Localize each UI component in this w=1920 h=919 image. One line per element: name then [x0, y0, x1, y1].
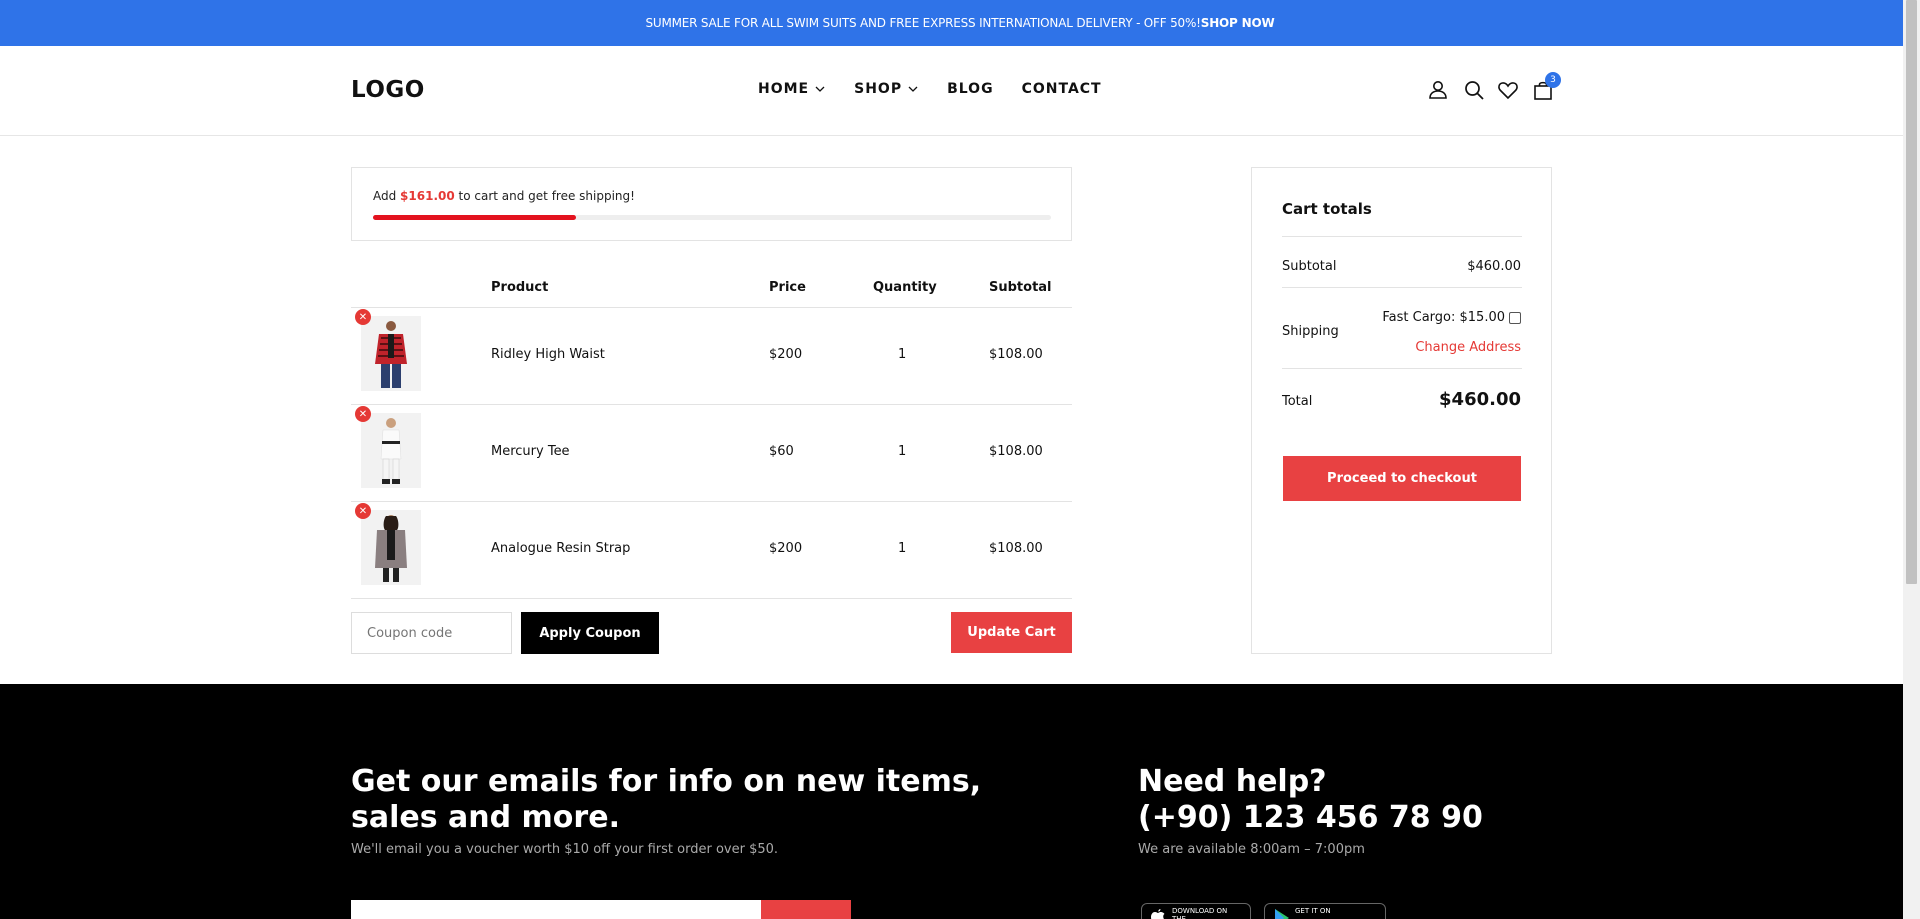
col-quantity: Quantity: [873, 280, 937, 295]
nav-contact-label: CONTACT: [1021, 81, 1102, 97]
update-cart-button[interactable]: Update Cart: [951, 612, 1072, 653]
shipping-suffix: to cart and get free shipping!: [454, 189, 635, 203]
heart-icon[interactable]: [1497, 79, 1519, 101]
col-price: Price: [769, 280, 806, 295]
shipping-progress-fill: [373, 215, 577, 220]
site-footer: Get our emails for info on new items, sa…: [0, 684, 1903, 919]
cart-count-badge: 3: [1545, 72, 1561, 88]
scrollbar-thumb[interactable]: [1906, 0, 1917, 584]
app-store-text: DOWNLOAD ON THE: [1172, 907, 1228, 919]
nav-shop-label: SHOP: [854, 81, 903, 97]
newsletter-title-line-1: Get our emails for info on new items,: [351, 764, 982, 799]
table-row: ✕ Analogue Resin Strap $200 1 $108.00: [351, 502, 1072, 599]
shop-now-link[interactable]: SHOP NOW: [1201, 16, 1275, 30]
col-product: Product: [491, 280, 549, 295]
shipping-checkbox[interactable]: [1509, 311, 1521, 324]
announcement-text: SUMMER SALE FOR ALL SWIM SUITS AND FREE …: [645, 16, 1201, 30]
nav-contact[interactable]: CONTACT: [1022, 81, 1102, 97]
newsletter-subtitle: We'll email you a voucher worth $10 off …: [351, 842, 779, 857]
newsletter-subscribe-button[interactable]: [761, 900, 851, 919]
shipping-label: Shipping: [1282, 324, 1339, 339]
product-thumbnail[interactable]: [361, 413, 421, 488]
site-header: LOGO HOME SHOP BLOG CONTACT: [0, 46, 1920, 136]
page-scrollbar[interactable]: [1903, 0, 1920, 919]
free-shipping-notice: Add $161.00 to cart and get free shippin…: [351, 167, 1072, 241]
help-phone[interactable]: (+90) 123 456 78 90: [1138, 800, 1483, 836]
free-shipping-text: Add $161.00 to cart and get free shippin…: [373, 189, 635, 203]
product-image-grey-coat: [361, 510, 421, 585]
help-hours: We are available 8:00am – 7:00pm: [1138, 842, 1365, 857]
newsletter-email-input[interactable]: [351, 900, 761, 919]
nav-blog-label: BLOG: [947, 81, 994, 97]
proceed-to-checkout-button[interactable]: Proceed to checkout: [1283, 456, 1521, 501]
apply-coupon-button[interactable]: Apply Coupon: [521, 612, 659, 654]
product-price: $200: [769, 541, 803, 556]
shipping-prefix: Add: [373, 189, 401, 203]
cart-totals-panel: Cart totals Subtotal $460.00 Shipping Fa…: [1251, 167, 1552, 654]
help-title: Need help? (+90) 123 456 78 90: [1138, 764, 1483, 836]
shipping-amount: $161.00: [400, 189, 455, 203]
remove-item-button[interactable]: ✕: [355, 503, 371, 519]
help-title-label: Need help?: [1138, 764, 1327, 799]
cart-table-header: Product Price Quantity Subtotal: [351, 276, 1072, 308]
table-row: ✕ Ridley High Waist $200 1 $108.00: [351, 308, 1072, 405]
product-subtotal: $108.00: [989, 347, 1043, 362]
nav-home-label: HOME: [758, 81, 810, 97]
shipping-option[interactable]: Fast Cargo: $15.00: [1382, 310, 1521, 325]
product-thumbnail[interactable]: [361, 316, 421, 391]
nav-blog[interactable]: BLOG: [947, 81, 994, 97]
logo[interactable]: LOGO: [351, 77, 425, 103]
google-play-icon: [1275, 909, 1289, 919]
product-subtotal: $108.00: [989, 541, 1043, 556]
col-subtotal: Subtotal: [989, 280, 1052, 295]
user-icon[interactable]: [1427, 79, 1449, 101]
subtotal-value: $460.00: [1467, 259, 1521, 274]
newsletter-title-line-2: sales and more.: [351, 800, 620, 835]
product-price: $60: [769, 444, 794, 459]
play-store-text: GET IT ON: [1295, 907, 1331, 915]
product-name[interactable]: Mercury Tee: [491, 444, 570, 459]
newsletter-title: Get our emails for info on new items, sa…: [351, 764, 981, 836]
remove-item-button[interactable]: ✕: [355, 406, 371, 422]
total-label: Total: [1282, 394, 1313, 409]
table-row: ✕ Mercury Tee $60 1 $108.00: [351, 405, 1072, 502]
google-play-badge[interactable]: GET IT ON: [1264, 903, 1386, 919]
main-nav: HOME SHOP BLOG CONTACT: [758, 81, 1130, 97]
product-image-red-shirt: [361, 316, 421, 391]
product-name[interactable]: Ridley High Waist: [491, 347, 605, 362]
product-quantity[interactable]: 1: [898, 541, 906, 556]
search-icon[interactable]: [1463, 79, 1485, 101]
change-address-link[interactable]: Change Address: [1415, 340, 1521, 355]
nav-home[interactable]: HOME: [758, 81, 826, 97]
divider: [1282, 287, 1522, 288]
divider: [1282, 236, 1522, 237]
chevron-down-icon: [815, 86, 825, 92]
shipping-progress-bar: [373, 215, 1051, 220]
chevron-down-icon: [908, 86, 918, 92]
shipping-option-label: Fast Cargo: $15.00: [1382, 310, 1505, 325]
product-price: $200: [769, 347, 803, 362]
product-subtotal: $108.00: [989, 444, 1043, 459]
subtotal-label: Subtotal: [1282, 259, 1337, 274]
product-quantity[interactable]: 1: [898, 347, 906, 362]
total-value: $460.00: [1439, 389, 1521, 410]
coupon-code-input[interactable]: [351, 612, 512, 654]
product-quantity[interactable]: 1: [898, 444, 906, 459]
product-image-white-outfit: [361, 413, 421, 488]
cart-totals-title: Cart totals: [1282, 200, 1372, 218]
divider: [1282, 368, 1522, 369]
app-store-badge[interactable]: DOWNLOAD ON THE: [1141, 903, 1251, 919]
nav-shop[interactable]: SHOP: [854, 81, 919, 97]
announcement-bar: SUMMER SALE FOR ALL SWIM SUITS AND FREE …: [0, 0, 1920, 46]
product-thumbnail[interactable]: [361, 510, 421, 585]
product-name[interactable]: Analogue Resin Strap: [491, 541, 630, 556]
apple-icon: [1151, 909, 1165, 919]
remove-item-button[interactable]: ✕: [355, 309, 371, 325]
